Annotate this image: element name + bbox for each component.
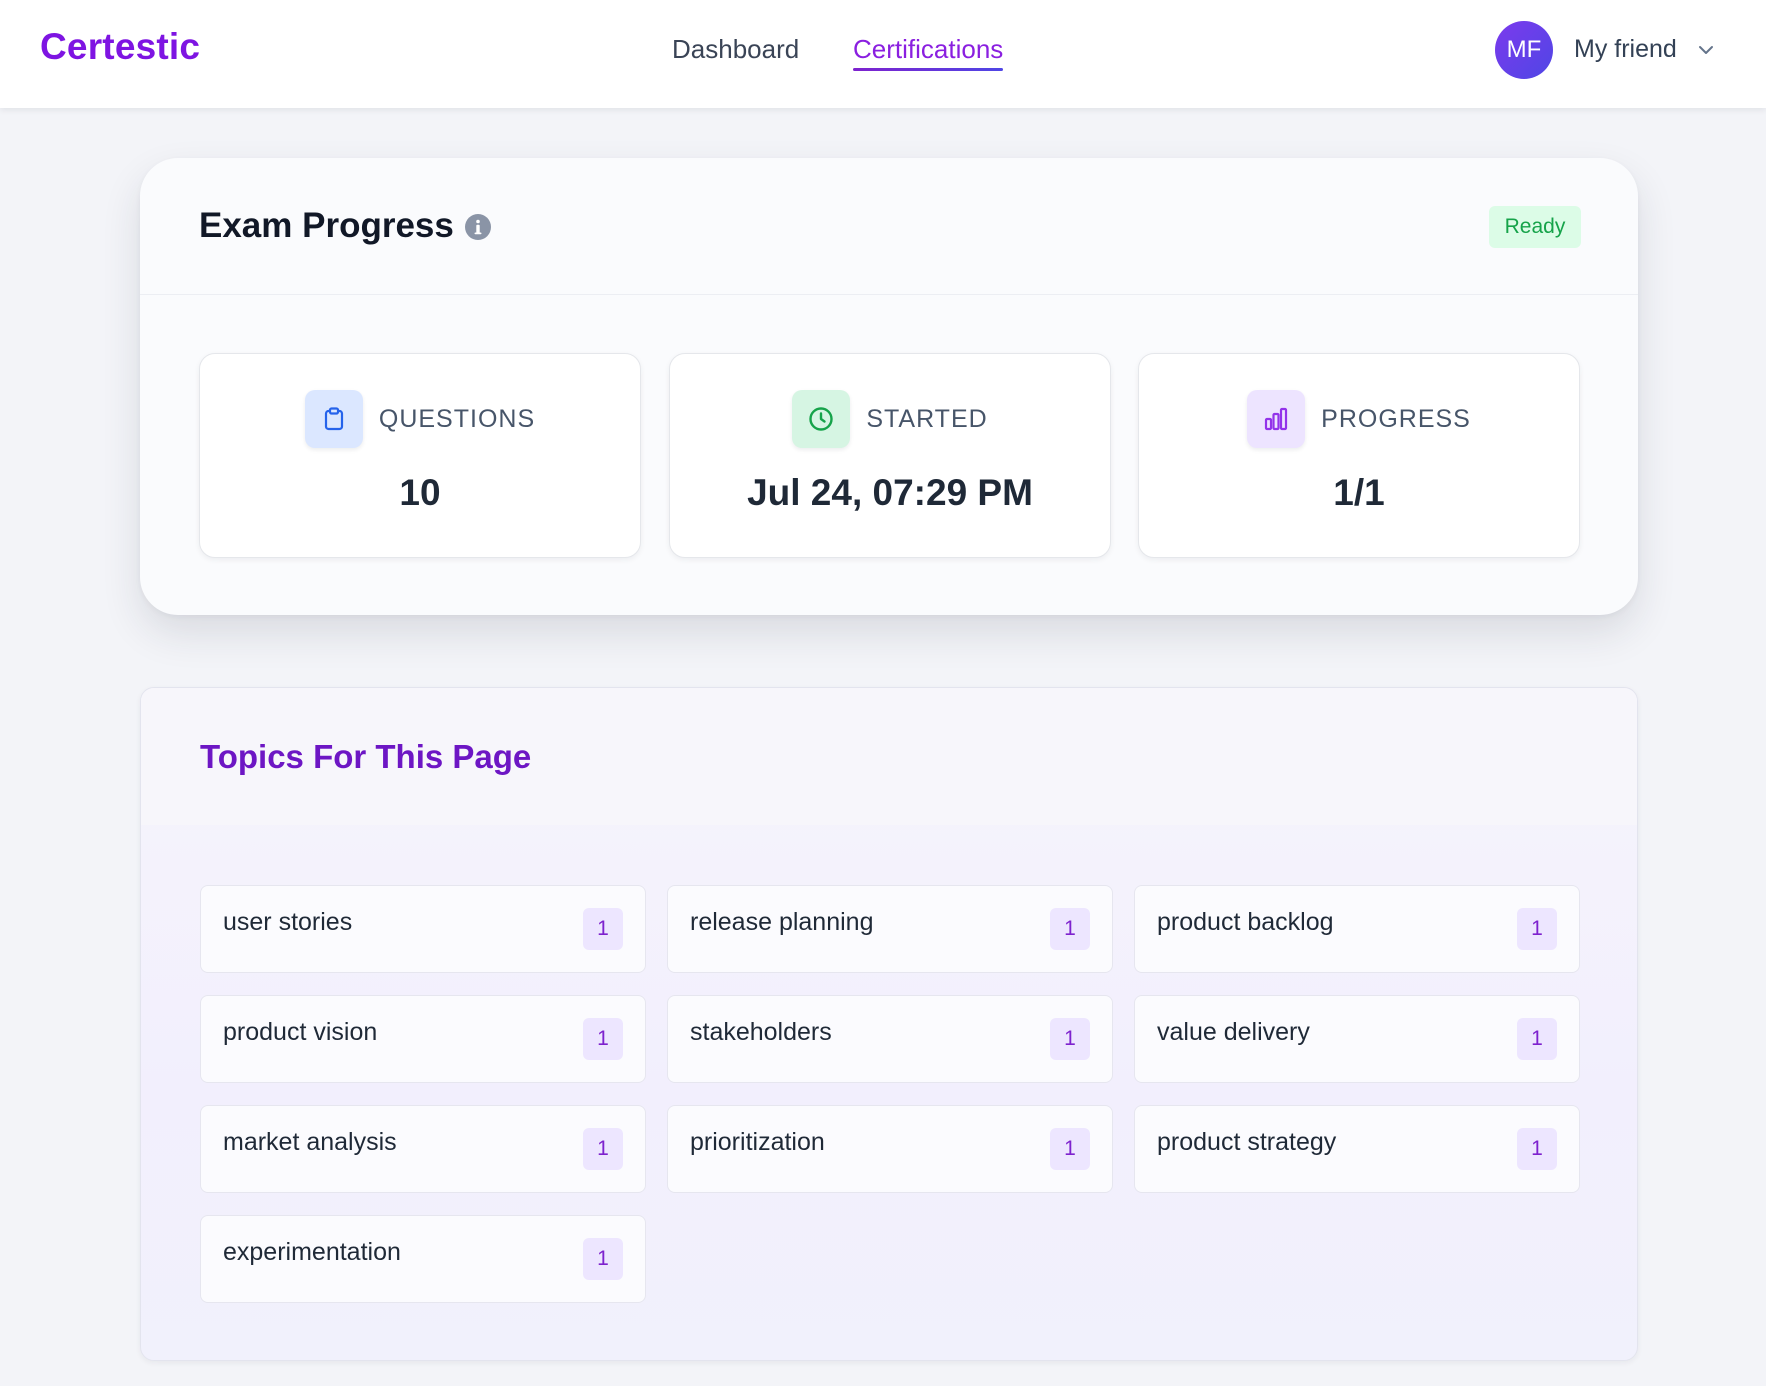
topic-count-badge: 1 [583,1238,623,1280]
topic-count-badge: 1 [1517,908,1557,950]
top-navbar: Certestic Dashboard Certifications MF My… [0,0,1766,108]
topic-name: product strategy [1157,1128,1337,1156]
avatar[interactable]: MF [1495,21,1553,79]
clock-icon [792,390,851,448]
exam-progress-card: Exam Progress Ready QUESTIONS 10 STARTED… [140,158,1638,615]
stat-questions: QUESTIONS 10 [199,353,641,558]
topic-name: stakeholders [690,1018,832,1046]
topic-item[interactable]: product backlog 1 [1134,885,1580,973]
topic-count-badge: 1 [1050,1018,1090,1060]
topic-item[interactable]: market analysis 1 [200,1105,646,1193]
exam-progress-header: Exam Progress Ready [140,158,1638,295]
user-menu-name[interactable]: My friend [1574,35,1677,64]
stat-label: PROGRESS [1321,404,1471,433]
topic-count-badge: 1 [583,908,623,950]
chevron-down-icon[interactable] [1696,40,1716,60]
clipboard-icon [304,390,363,448]
topic-item[interactable]: stakeholders 1 [667,995,1113,1083]
topics-header: Topics For This Page [141,688,1637,825]
topic-item[interactable]: user stories 1 [200,885,646,973]
stat-label: QUESTIONS [378,404,536,433]
stat-value: Jul 24, 07:29 PM [747,472,1033,513]
topic-count-badge: 1 [1517,1128,1557,1170]
stat-label: STARTED [866,404,988,433]
topic-name: market analysis [223,1128,397,1156]
topic-item[interactable]: product strategy 1 [1134,1105,1580,1193]
topic-item[interactable]: value delivery 1 [1134,995,1580,1083]
topic-count-badge: 1 [1050,1128,1090,1170]
topics-title: Topics For This Page [200,738,532,775]
topic-name: release planning [690,908,874,936]
topic-name: prioritization [690,1128,825,1156]
topic-name: product vision [223,1018,378,1046]
topic-count-badge: 1 [583,1128,623,1170]
stat-value: 1/1 [1333,472,1385,513]
topic-item[interactable]: prioritization 1 [667,1105,1113,1193]
topics-card: Topics For This Page user stories 1 rele… [140,687,1638,1361]
stat-progress: PROGRESS 1/1 [1138,353,1580,558]
status-badge: Ready [1489,206,1581,248]
bar-chart-icon [1247,390,1306,448]
topic-count-badge: 1 [1050,908,1090,950]
topic-name: user stories [223,908,353,936]
topic-item[interactable]: release planning 1 [667,885,1113,973]
nav-link-dashboard[interactable]: Dashboard [672,34,799,65]
exam-progress-title: Exam Progress [199,206,454,245]
topic-name: product backlog [1157,908,1334,936]
topic-item[interactable]: product vision 1 [200,995,646,1083]
nav-link-certifications[interactable]: Certifications [853,34,1004,71]
info-icon[interactable] [464,213,492,241]
app-logo[interactable]: Certestic [40,26,200,68]
topic-count-badge: 1 [1517,1018,1557,1060]
stat-value: 10 [399,472,441,513]
topic-count-badge: 1 [583,1018,623,1060]
topic-name: experimentation [223,1238,401,1266]
stat-started: STARTED Jul 24, 07:29 PM [669,353,1111,558]
topic-name: value delivery [1157,1018,1310,1046]
topic-item[interactable]: experimentation 1 [200,1215,646,1303]
